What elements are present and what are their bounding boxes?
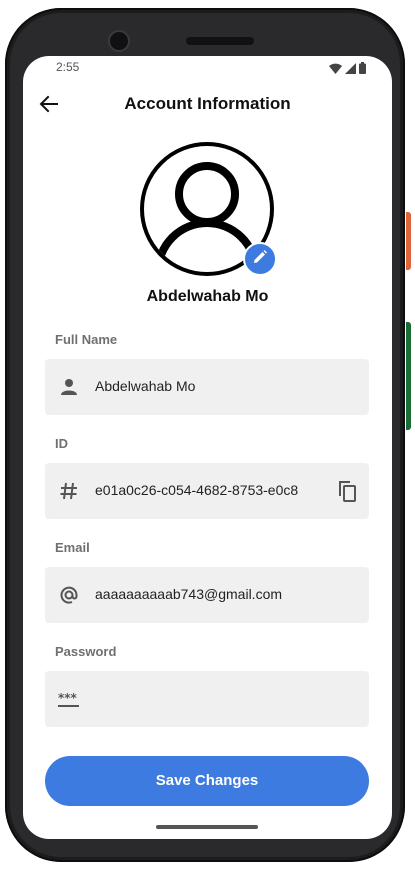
profile-avatar-container — [140, 142, 277, 276]
at-sign-icon — [57, 583, 81, 607]
page-title: Account Information — [124, 94, 291, 113]
email-label: Email — [55, 540, 90, 555]
edit-avatar-button[interactable] — [243, 242, 277, 276]
home-indicator — [156, 825, 258, 829]
full-name-field[interactable]: Abdelwahab Mo — [45, 359, 369, 415]
status-icons — [329, 61, 366, 79]
volume-button — [406, 322, 411, 430]
copy-icon[interactable] — [335, 479, 359, 503]
earpiece-speaker — [186, 37, 254, 45]
save-changes-button[interactable]: Save Changes — [45, 756, 369, 806]
person-icon — [57, 375, 81, 399]
password-label: Password — [55, 644, 117, 659]
wifi-icon — [329, 61, 342, 79]
id-field[interactable]: e01a0c26-c054-4682-8753-e0c8 — [45, 463, 369, 519]
full-name-label: Full Name — [55, 332, 118, 347]
status-time: 2:55 — [56, 60, 80, 74]
full-name-value: Abdelwahab Mo — [95, 378, 196, 394]
pencil-icon — [252, 249, 268, 270]
email-field[interactable]: aaaaaaaaaab743@gmail.com — [45, 567, 369, 623]
app-bar: Account Information — [23, 86, 392, 126]
signal-icon — [345, 61, 356, 79]
power-button — [406, 212, 411, 270]
battery-icon — [359, 61, 366, 79]
screen: 2:55 Account Information Abdelwahab Mo F… — [23, 56, 392, 839]
status-bar: 2:55 — [23, 56, 392, 80]
id-value: e01a0c26-c054-4682-8753-e0c8 — [95, 482, 299, 498]
email-value: aaaaaaaaaab743@gmail.com — [95, 586, 283, 602]
id-label: ID — [55, 436, 68, 451]
password-icon: *** — [57, 687, 81, 711]
hash-icon — [57, 479, 81, 503]
password-field[interactable]: *** — [45, 671, 369, 727]
front-camera — [110, 32, 128, 50]
svg-text:***: *** — [58, 691, 78, 705]
profile-name: Abdelwahab Mo — [146, 288, 269, 305]
